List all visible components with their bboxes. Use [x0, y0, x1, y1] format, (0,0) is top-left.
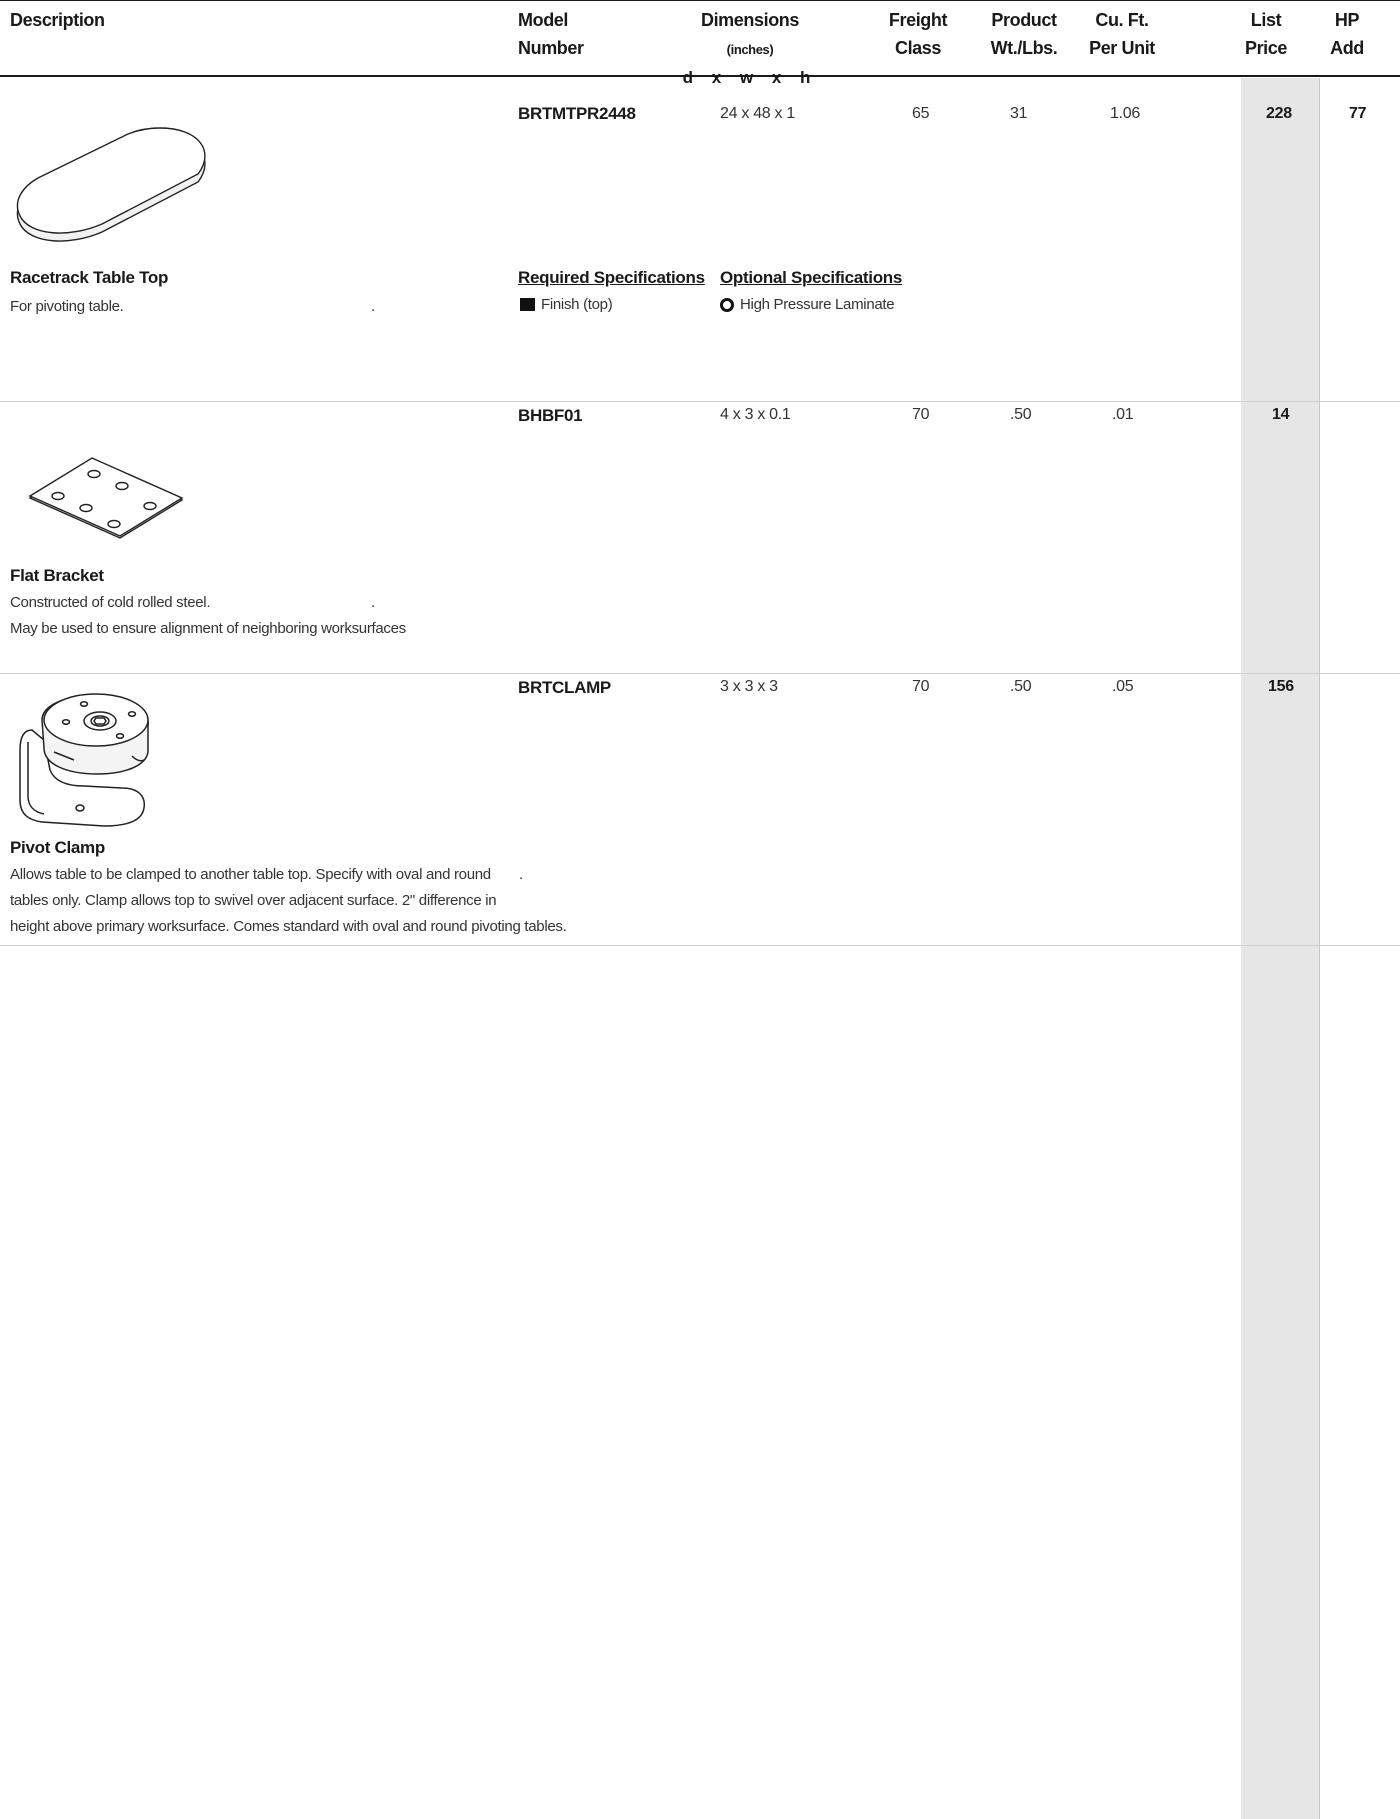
- product-description: For pivoting table.: [10, 298, 124, 315]
- freight-class: 70: [912, 406, 930, 423]
- optional-spec-item: High Pressure Laminate: [720, 296, 895, 313]
- header-dimensions: Dimensions (inches) d x w x h: [682, 10, 818, 87]
- freight-class: 70: [912, 678, 930, 695]
- column-divider: [1319, 78, 1320, 1819]
- list-price: 228: [1266, 105, 1292, 122]
- pivot-clamp-illustration: [19, 693, 149, 827]
- header-model: Model Number: [518, 10, 584, 58]
- header-product-weight: Product Wt./Lbs.: [990, 10, 1058, 58]
- freight-class: 65: [912, 105, 930, 122]
- product-weight: .50: [1010, 406, 1032, 423]
- model-number: BRTMTPR2448: [518, 104, 636, 123]
- product-title: Racetrack Table Top: [10, 268, 169, 287]
- dot-marker: .: [519, 866, 524, 883]
- product-weight: .50: [1010, 678, 1032, 695]
- flat-bracket-illustration: [28, 457, 184, 539]
- dot-marker: .: [371, 594, 376, 611]
- product-weight: 31: [1010, 105, 1028, 122]
- hp-add-price: 77: [1349, 105, 1367, 122]
- product-description: Constructed of cold rolled steel.: [10, 594, 211, 611]
- product-title: Pivot Clamp: [10, 838, 105, 857]
- row-divider: [0, 673, 1400, 674]
- required-specifications-heading: Required Specifications: [518, 268, 705, 287]
- header-top-rule: [0, 0, 1400, 1]
- table-header: Description Model Number Dimensions (inc…: [0, 0, 1400, 87]
- model-number: BRTCLAMP: [518, 678, 611, 697]
- dimensions: 3 x 3 x 3: [720, 678, 778, 695]
- cubic-feet: .05: [1112, 678, 1134, 695]
- header-freight-class: Freight Class: [888, 10, 948, 58]
- header-cubic-feet: Cu. Ft. Per Unit: [1089, 10, 1155, 58]
- header-list-price: List Price: [1244, 10, 1288, 58]
- product-description: tables only. Clamp allows top to swivel …: [10, 892, 497, 909]
- header-hp-add: HP Add: [1330, 10, 1364, 58]
- header-description: Description: [10, 10, 105, 30]
- product-description: height above primary worksurface. Comes …: [10, 918, 567, 935]
- list-price-column-shade: [1241, 78, 1319, 1819]
- required-spec-item: Finish (top): [520, 296, 613, 313]
- product-title: Flat Bracket: [10, 566, 104, 585]
- list-price: 14: [1272, 406, 1290, 423]
- filled-square-icon: [520, 298, 535, 311]
- cubic-feet: .01: [1112, 406, 1134, 423]
- model-number: BHBF01: [518, 406, 583, 425]
- optional-specifications-heading: Optional Specifications: [720, 268, 903, 287]
- dimensions: 4 x 3 x 0.1: [720, 406, 791, 423]
- list-price: 156: [1268, 678, 1294, 695]
- product-description: Allows table to be clamped to another ta…: [10, 866, 491, 883]
- product-description: May be used to ensure alignment of neigh…: [10, 620, 406, 637]
- row-divider: [0, 945, 1400, 946]
- dot-marker: .: [371, 298, 376, 315]
- cubic-feet: 1.06: [1110, 105, 1140, 122]
- racetrack-table-top-illustration: [16, 127, 206, 242]
- ring-bullet-icon: [720, 297, 734, 312]
- row-divider: [0, 401, 1400, 402]
- header-bottom-rule: [0, 75, 1400, 77]
- dimensions: 24 x 48 x 1: [720, 105, 795, 122]
